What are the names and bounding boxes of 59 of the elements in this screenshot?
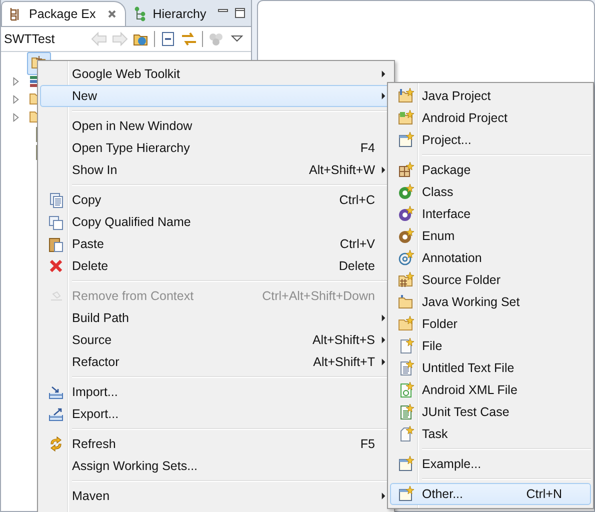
menu-item[interactable]: Other... Ctrl+N bbox=[390, 483, 591, 505]
menu-item[interactable]: Java Working Set bbox=[390, 291, 591, 313]
circle-icon bbox=[398, 184, 414, 200]
menu-item[interactable]: Android Project bbox=[390, 107, 591, 129]
menu-item[interactable]: Untitled Text File bbox=[390, 357, 591, 379]
maximize-icon[interactable] bbox=[233, 6, 247, 20]
folder-icon bbox=[398, 316, 414, 332]
refresh-icon bbox=[48, 436, 64, 452]
menu-item[interactable]: Task bbox=[390, 423, 591, 445]
expand-arrow-icon[interactable] bbox=[11, 112, 20, 122]
menu-item[interactable]: Folder bbox=[390, 313, 591, 335]
view-tab[interactable]: Package Ex bbox=[1, 1, 126, 26]
tray-icon bbox=[48, 384, 64, 400]
file-icon bbox=[398, 338, 414, 354]
menu-item[interactable]: Example... bbox=[390, 453, 591, 475]
close-icon[interactable] bbox=[106, 9, 117, 19]
text-file-icon bbox=[398, 404, 414, 420]
collapse-icon[interactable] bbox=[160, 31, 176, 47]
submenu-arrow-icon bbox=[380, 166, 386, 174]
menu-item[interactable]: Project... bbox=[390, 129, 591, 151]
menu-item[interactable]: File bbox=[390, 335, 591, 357]
project-title: SWTTest bbox=[4, 32, 55, 46]
menu-item[interactable]: Google Web Toolkit bbox=[40, 63, 392, 85]
file-icon bbox=[398, 382, 414, 398]
window-icon bbox=[398, 486, 414, 502]
submenu-arrow-icon bbox=[380, 492, 386, 500]
folder-icon bbox=[398, 294, 414, 310]
documents-icon bbox=[48, 192, 64, 208]
window-icon bbox=[398, 132, 414, 148]
folder-icon bbox=[398, 272, 414, 288]
folder-icon bbox=[398, 110, 414, 126]
circle-icon bbox=[398, 206, 414, 222]
tray-icon bbox=[48, 406, 64, 422]
documents-icon bbox=[48, 214, 64, 230]
menu-item[interactable]: Java Project bbox=[390, 85, 591, 107]
window-icon bbox=[398, 456, 414, 472]
submenu-arrow-icon bbox=[380, 70, 386, 78]
view-tab[interactable]: Hierarchy bbox=[126, 2, 214, 26]
menu-item[interactable]: Enum bbox=[390, 225, 591, 247]
menu-item[interactable]: Class bbox=[390, 181, 591, 203]
menu-item[interactable]: Source Folder bbox=[390, 269, 591, 291]
submenu-arrow-icon bbox=[380, 358, 386, 366]
submenu-arrow-icon bbox=[380, 336, 386, 344]
cross-icon bbox=[48, 258, 64, 274]
text-file-icon bbox=[398, 360, 414, 376]
menu-item[interactable]: Android XML File bbox=[390, 379, 591, 401]
expand-arrow-icon[interactable] bbox=[11, 76, 20, 86]
two-arrows-icon[interactable] bbox=[181, 31, 197, 47]
file-icon bbox=[398, 426, 414, 442]
circle-icon bbox=[398, 228, 414, 244]
menu-item[interactable]: Package bbox=[390, 159, 591, 181]
submenu-arrow-icon bbox=[380, 92, 386, 100]
folder-icon bbox=[398, 88, 414, 104]
menu-item[interactable]: Interface bbox=[390, 203, 591, 225]
menu-item[interactable]: JUnit Test Case bbox=[390, 401, 591, 423]
menu-item[interactable]: Annotation bbox=[390, 247, 591, 269]
submenu-arrow-icon bbox=[380, 314, 386, 322]
expand-arrow-icon[interactable] bbox=[11, 94, 20, 104]
clipboard-icon bbox=[48, 236, 64, 252]
